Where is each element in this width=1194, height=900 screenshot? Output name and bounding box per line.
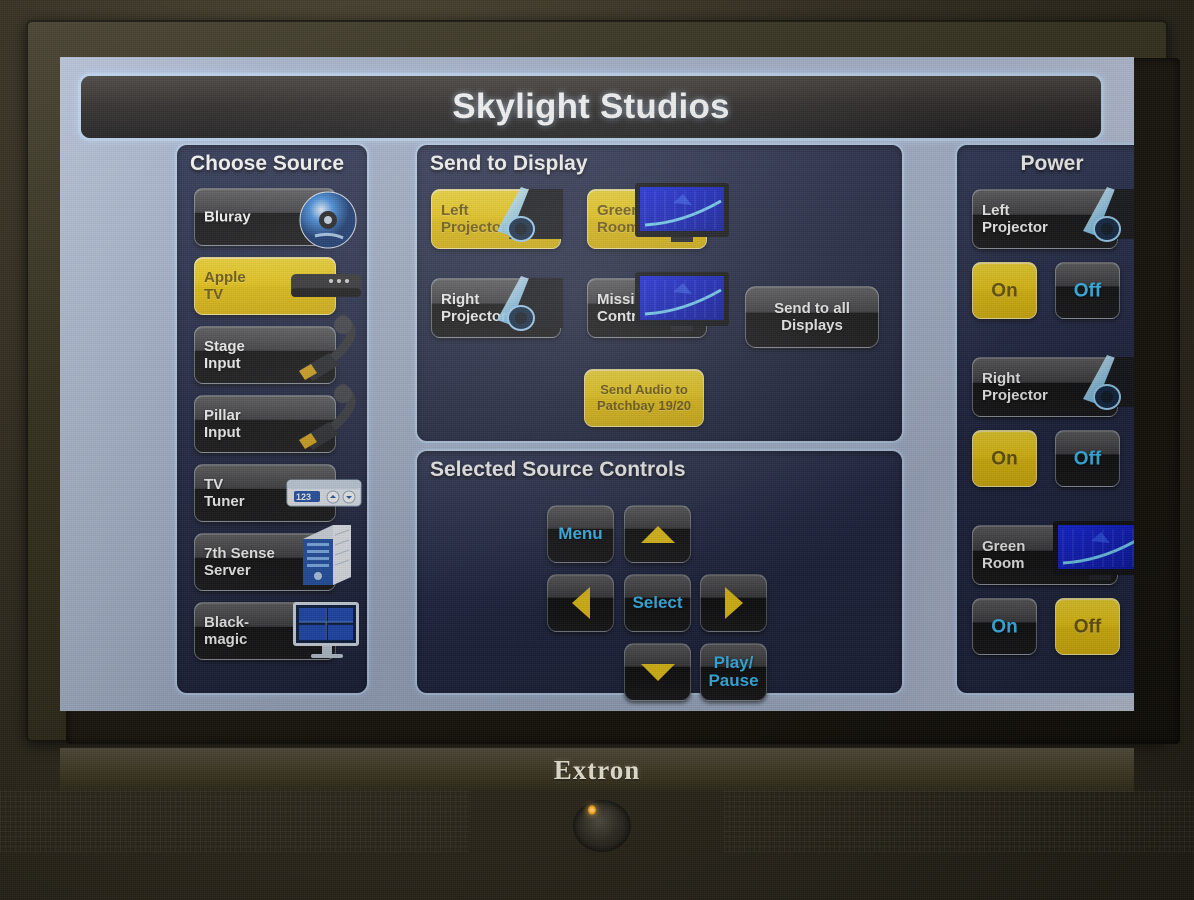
display-button-left-projector[interactable]: Left Projector [431, 189, 561, 249]
display-button-green-room[interactable]: Green Room [587, 189, 707, 249]
send-to-all-displays-button[interactable]: Send to all Displays [745, 286, 879, 348]
arrow-down-icon [640, 663, 675, 681]
extron-touchpanel-device: Skylight Studios Choose Source Bluray Ap… [0, 0, 1194, 900]
source-button-blackmagic[interactable]: Black- magic [194, 602, 336, 660]
page-title: Skylight Studios [452, 87, 730, 126]
display-label: Mission Control [597, 291, 653, 325]
power-on-label: On [991, 616, 1018, 637]
source-button-bluray[interactable]: Bluray [194, 188, 336, 246]
power-device-label: Green Room [982, 538, 1026, 572]
control-button-up[interactable] [624, 505, 691, 563]
send-audio-label: Send Audio to Patchbay 19/20 [597, 382, 691, 413]
speaker-grille-right [724, 790, 1194, 852]
menu-label: Menu [558, 524, 603, 543]
power-device-green-room[interactable]: Green Room [972, 525, 1118, 585]
control-button-play-pause[interactable]: Play/ Pause [700, 643, 767, 701]
power-panel: Power Left Projector On Off Right Projec… [955, 143, 1134, 695]
power-on-green-room[interactable]: On [972, 598, 1037, 655]
selected-source-controls-panel: Selected Source Controls Menu Select Pla… [415, 449, 904, 701]
source-label: Black- magic [204, 614, 250, 648]
source-label: Pillar Input [204, 407, 241, 441]
power-device-left-projector[interactable]: Left Projector [972, 189, 1118, 249]
play-pause-label: Play/ Pause [708, 653, 759, 690]
touchscreen: Skylight Studios Choose Source Bluray Ap… [60, 57, 1134, 711]
send-audio-patchbay-button[interactable]: Send Audio to Patchbay 19/20 [584, 369, 704, 427]
source-label: Bluray [204, 208, 251, 226]
send-to-display-title: Send to Display [430, 152, 588, 175]
power-on-label: On [991, 280, 1018, 301]
send-to-display-panel: Send to Display Left Projector Green Roo… [415, 143, 904, 443]
control-button-left[interactable] [547, 574, 614, 632]
power-off-right-projector[interactable]: Off [1055, 430, 1120, 487]
source-button-stage-input[interactable]: Stage Input [194, 326, 336, 384]
send-all-label: Send to all Displays [774, 300, 850, 334]
source-button-tv-tuner[interactable]: TV Tuner [194, 464, 336, 522]
choose-source-panel: Choose Source Bluray Apple TV Stage Inpu… [175, 143, 369, 695]
brand-bar: Extron [60, 748, 1134, 792]
source-button-pillar-input[interactable]: Pillar Input [194, 395, 336, 453]
source-label: TV Tuner [204, 476, 245, 510]
power-device-label: Right Projector [982, 370, 1048, 404]
display-label: Right Projector [441, 291, 507, 325]
selected-source-controls-title: Selected Source Controls [430, 458, 686, 481]
power-off-label: Off [1073, 280, 1102, 301]
arrow-up-icon [640, 525, 675, 543]
power-off-label: Off [1073, 448, 1102, 469]
source-button-apple-tv[interactable]: Apple TV [194, 257, 336, 315]
page-title-bar: Skylight Studios [78, 73, 1104, 141]
source-label: Stage Input [204, 338, 245, 372]
select-label: Select [632, 593, 683, 612]
display-label: Green Room [597, 202, 641, 236]
power-off-green-room[interactable]: Off [1055, 598, 1120, 655]
ir-sensor [573, 800, 631, 852]
speaker-grille-left [0, 790, 470, 852]
source-label: Apple TV [204, 269, 246, 303]
control-button-menu[interactable]: Menu [547, 505, 614, 563]
power-on-left-projector[interactable]: On [972, 262, 1037, 319]
power-on-label: On [991, 448, 1018, 469]
display-button-mission-control[interactable]: Mission Control [587, 278, 707, 338]
control-button-right[interactable] [700, 574, 767, 632]
arrow-right-icon [724, 587, 743, 619]
power-device-right-projector[interactable]: Right Projector [972, 357, 1118, 417]
choose-source-title: Choose Source [190, 152, 345, 175]
status-led [588, 805, 596, 815]
power-device-label: Left Projector [982, 202, 1048, 236]
arrow-left-icon [571, 587, 590, 619]
source-button-7th-sense-server[interactable]: 7th Sense Server [194, 533, 336, 591]
extron-logo: Extron [553, 754, 641, 785]
power-off-label: Off [1073, 616, 1102, 637]
power-off-left-projector[interactable]: Off [1055, 262, 1120, 319]
power-on-right-projector[interactable]: On [972, 430, 1037, 487]
display-button-right-projector[interactable]: Right Projector [431, 278, 561, 338]
control-button-down[interactable] [624, 643, 691, 701]
control-button-select[interactable]: Select [624, 574, 691, 632]
display-label: Left Projector [441, 202, 507, 236]
source-label: 7th Sense Server [204, 545, 275, 579]
power-title: Power [1020, 152, 1084, 175]
